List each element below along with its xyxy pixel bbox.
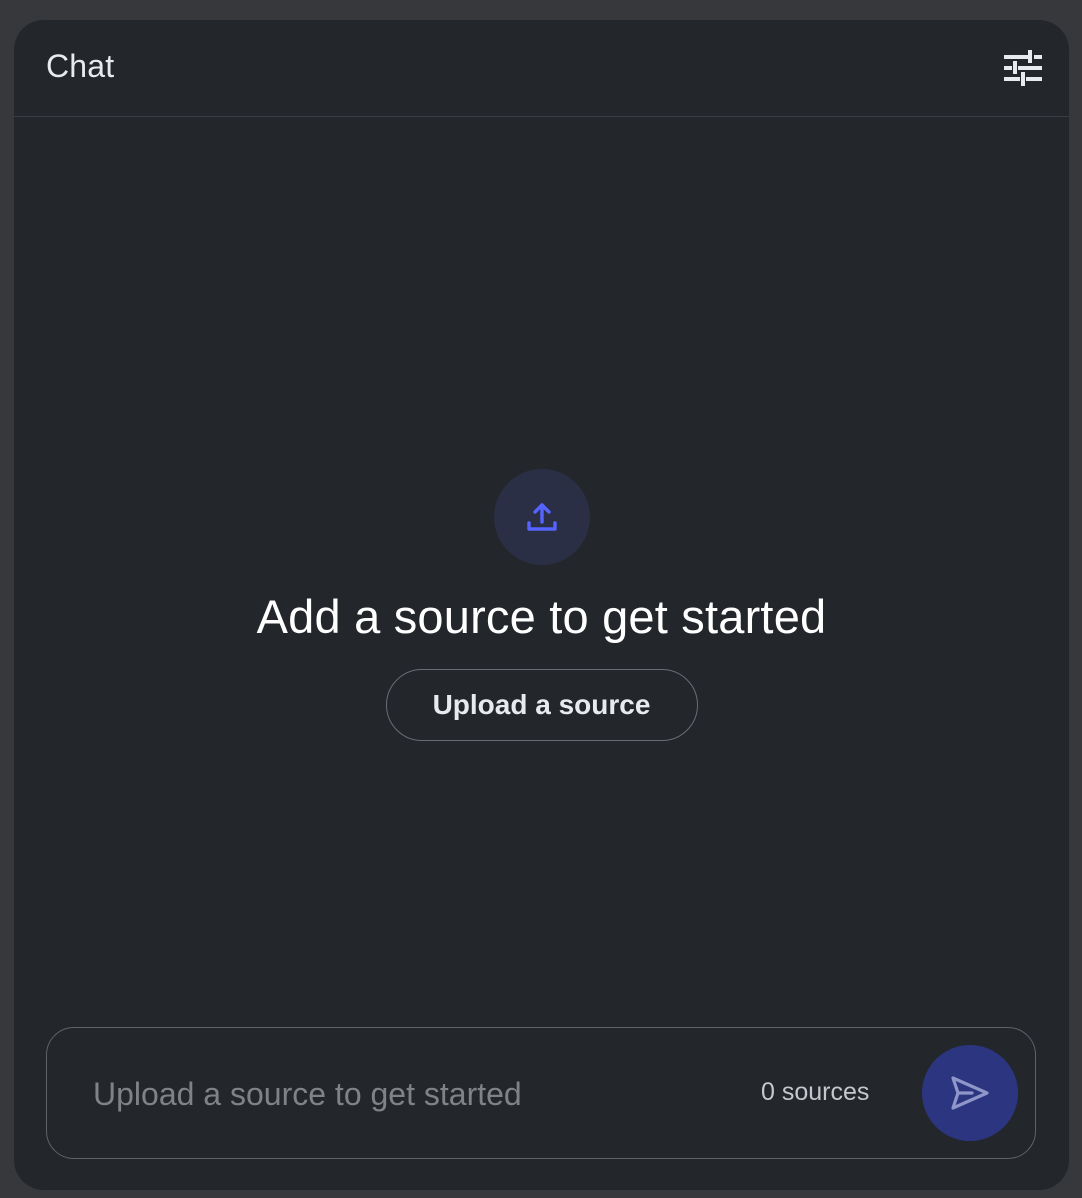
upload-icon — [526, 503, 557, 531]
empty-state-heading: Add a source to get started — [256, 590, 827, 643]
empty-state: Add a source to get started Upload a sou… — [14, 469, 1069, 741]
upload-icon-badge — [493, 469, 590, 565]
send-icon — [951, 1076, 989, 1110]
upload-source-button[interactable]: Upload a source — [385, 669, 698, 741]
send-button[interactable] — [922, 1045, 1018, 1141]
panel-title: Chat — [46, 48, 115, 84]
tune-sliders-icon — [1004, 50, 1042, 86]
chat-composer: 0 sources — [46, 1027, 1036, 1159]
chat-header: Chat — [14, 20, 1069, 117]
chat-input[interactable] — [93, 1072, 733, 1116]
chat-panel: Chat Add a source to get started Upload … — [14, 20, 1069, 1190]
chat-settings-button[interactable] — [1001, 46, 1045, 90]
source-count: 0 sources — [761, 1078, 870, 1106]
